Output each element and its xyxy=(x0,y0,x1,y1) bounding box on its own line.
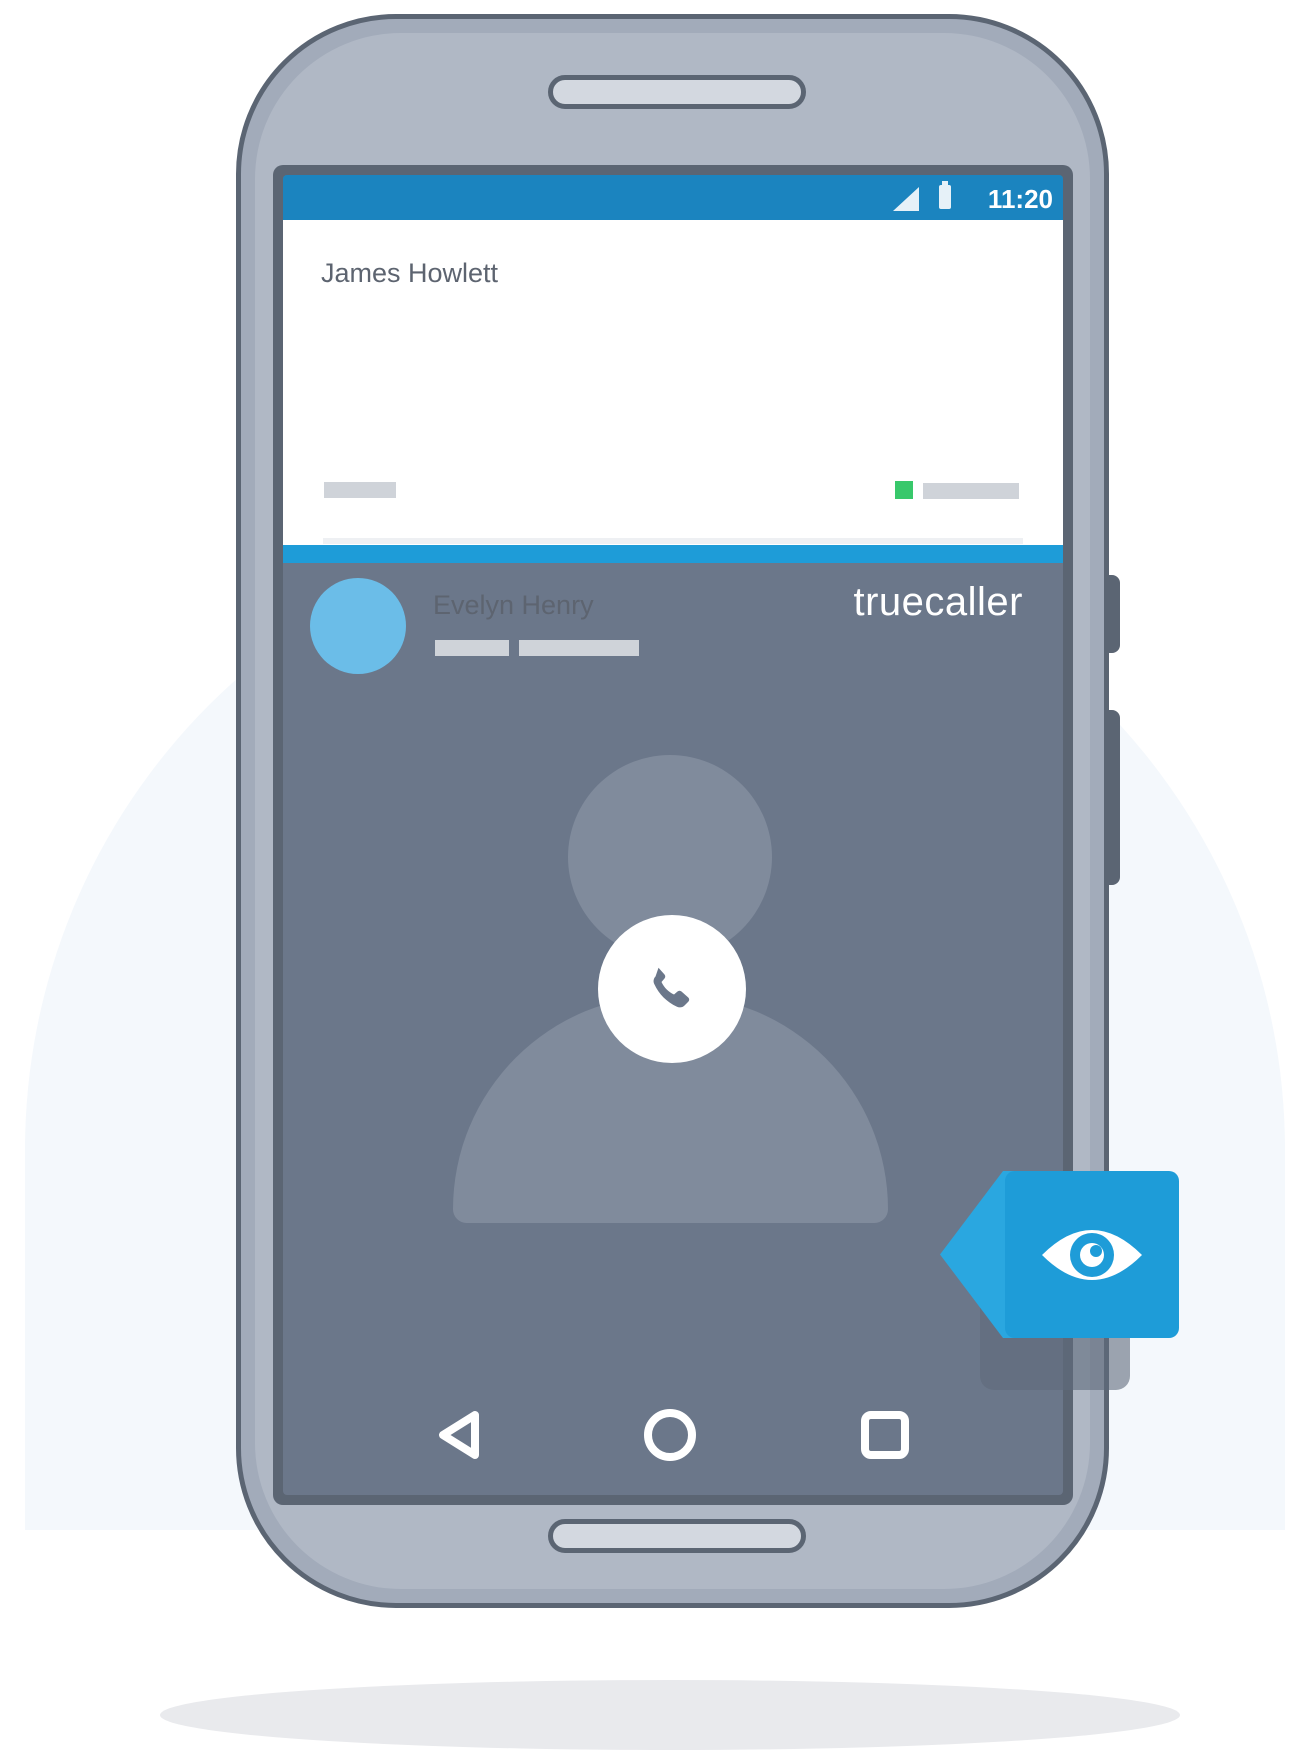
contact-name-2[interactable]: Evelyn Henry xyxy=(433,590,594,621)
placeholder-line xyxy=(519,640,639,656)
placeholder-line xyxy=(435,640,509,656)
divider xyxy=(323,538,1023,544)
phone-screen: 11:20 James Howlett Evelyn Henry truecal… xyxy=(283,175,1063,1495)
card-accent-bar xyxy=(283,545,1063,563)
call-button[interactable] xyxy=(598,915,746,1063)
battery-icon xyxy=(939,181,951,209)
bottom-speaker xyxy=(548,1519,806,1553)
eye-icon xyxy=(1042,1229,1142,1280)
status-bar: 11:20 xyxy=(283,175,1063,220)
eye-tab[interactable] xyxy=(1005,1171,1179,1338)
status-time: 11:20 xyxy=(987,184,1053,214)
truecaller-logo: truecaller xyxy=(853,580,1023,624)
online-indicator xyxy=(895,481,913,499)
avatar[interactable] xyxy=(310,578,406,674)
phone-shadow xyxy=(160,1680,1180,1750)
placeholder-line xyxy=(324,482,396,498)
contact-name-1[interactable]: James Howlett xyxy=(321,258,498,289)
placeholder-line xyxy=(923,483,1019,499)
home-circle-icon[interactable] xyxy=(640,1405,700,1465)
recents-square-icon[interactable] xyxy=(855,1405,915,1465)
top-speaker xyxy=(548,75,806,109)
signal-icon xyxy=(893,187,919,211)
phone-icon xyxy=(653,967,690,1008)
contact-card: James Howlett Evelyn Henry xyxy=(283,220,1063,674)
back-triangle-icon[interactable] xyxy=(433,1405,493,1465)
